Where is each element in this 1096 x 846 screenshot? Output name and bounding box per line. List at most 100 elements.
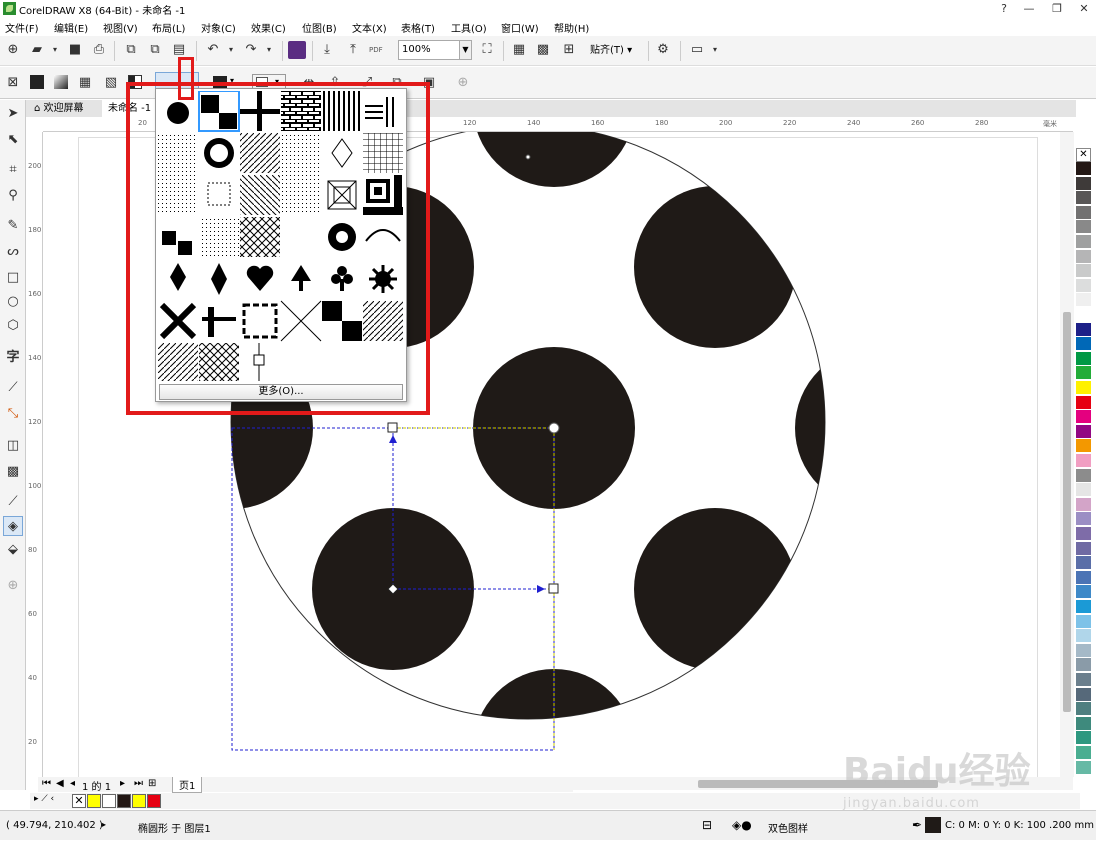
zoom-level-combo[interactable]: 100% ▼ xyxy=(398,40,472,60)
search-content-icon[interactable] xyxy=(288,41,306,59)
parallel-dimension-icon[interactable]: ⟋ xyxy=(3,378,23,398)
palette-swatch[interactable] xyxy=(1076,702,1091,717)
options-gear-icon[interactable]: ⚙ xyxy=(654,41,672,59)
ellipse-tool-icon[interactable]: ○ xyxy=(3,292,23,312)
publish-pdf-icon[interactable]: PDF xyxy=(369,41,387,59)
coords-menu-icon[interactable]: ▸ xyxy=(102,820,106,829)
palette-swatch[interactable] xyxy=(1076,235,1091,249)
application-launcher-icon[interactable]: ▭ xyxy=(688,41,706,59)
palette-swatch[interactable] xyxy=(1076,483,1091,498)
palette-swatch[interactable] xyxy=(1076,658,1091,673)
palette-swatch[interactable] xyxy=(1076,176,1091,191)
smart-fill-icon[interactable]: ⬙ xyxy=(3,540,23,560)
color-proof-icon[interactable]: ⊟ xyxy=(702,818,712,832)
no-fill-icon[interactable]: ⊠ xyxy=(4,74,22,92)
palette-swatch[interactable] xyxy=(1076,541,1091,556)
minimize-button[interactable]: — xyxy=(1017,0,1041,17)
palette-swatch[interactable] xyxy=(1076,570,1091,585)
menu-text[interactable]: 文本(X) xyxy=(352,20,387,35)
menu-file[interactable]: 文件(F) xyxy=(5,20,39,35)
add-icon[interactable]: ⊕ xyxy=(454,74,472,92)
menu-window[interactable]: 窗口(W) xyxy=(501,20,539,35)
doc-color-swatch[interactable] xyxy=(117,794,131,808)
palette-swatch[interactable] xyxy=(1076,366,1091,381)
menu-tools[interactable]: 工具(O) xyxy=(451,20,487,35)
palette-swatch[interactable] xyxy=(1076,468,1091,483)
palette-swatch[interactable] xyxy=(1076,264,1091,279)
prev-arrow-icon[interactable]: ◂ xyxy=(70,778,75,789)
freehand-tool-icon[interactable]: ✎ xyxy=(3,216,23,236)
vector-pattern-fill-icon[interactable]: ▦ xyxy=(76,74,94,92)
fountain-fill-icon[interactable] xyxy=(54,75,68,89)
print-icon[interactable]: ⎙ xyxy=(90,41,108,59)
palette-swatch[interactable] xyxy=(1076,381,1091,395)
palette-swatch[interactable] xyxy=(1076,278,1091,293)
menu-effects[interactable]: 效果(C) xyxy=(251,20,286,35)
menu-table[interactable]: 表格(T) xyxy=(401,20,435,35)
palette-swatch[interactable] xyxy=(1076,205,1091,220)
show-rulers-icon[interactable]: ▦ xyxy=(510,41,528,59)
show-grid-icon[interactable]: ▩ xyxy=(534,41,552,59)
palette-swatch[interactable] xyxy=(1076,643,1091,658)
close-button[interactable]: ✕ xyxy=(1072,0,1096,17)
palette-swatch[interactable] xyxy=(1076,351,1091,366)
help-button[interactable]: ? xyxy=(992,0,1016,17)
redo-icon[interactable]: ↷ xyxy=(242,41,260,59)
snap-to-dropdown[interactable]: 贴齐(T) ▾ xyxy=(590,42,640,60)
palette-swatch[interactable] xyxy=(1076,497,1091,512)
palette-swatch[interactable] xyxy=(1076,220,1091,235)
first-page-icon[interactable]: ⏮ xyxy=(42,778,51,789)
shape-tool-icon[interactable]: ⬉ xyxy=(3,130,23,150)
palette-swatch[interactable] xyxy=(1076,454,1091,468)
palette-swatch[interactable] xyxy=(1076,527,1091,541)
rectangle-tool-icon[interactable]: □ xyxy=(3,268,23,288)
palette-swatch[interactable] xyxy=(1076,293,1091,308)
import-icon[interactable]: ⤓ xyxy=(318,41,336,59)
undo-icon[interactable]: ↶ xyxy=(204,41,222,59)
palette-swatch[interactable] xyxy=(1076,162,1091,176)
palette-swatch[interactable] xyxy=(1076,716,1091,731)
new-document-icon[interactable]: ⊕ xyxy=(4,41,22,59)
tab-welcome-screen[interactable]: ⌂ 欢迎屏幕 xyxy=(28,100,90,117)
cut-icon[interactable]: ⧉ xyxy=(122,41,140,59)
polygon-tool-icon[interactable]: ⬡ xyxy=(3,316,23,336)
palette-swatch[interactable] xyxy=(1076,424,1091,439)
open-dropdown-icon[interactable]: ▾ xyxy=(46,41,64,59)
palette-swatch[interactable] xyxy=(1076,322,1091,337)
previous-page-icon[interactable]: ◀ xyxy=(56,778,64,789)
uniform-fill-icon[interactable] xyxy=(30,75,44,89)
palette-swatch[interactable] xyxy=(1076,614,1091,629)
palette-swatch[interactable] xyxy=(1076,191,1091,206)
palette-swatch[interactable] xyxy=(1076,249,1091,264)
menu-object[interactable]: 对象(C) xyxy=(201,20,236,35)
palette-swatch[interactable] xyxy=(1076,731,1091,746)
save-icon[interactable]: ■ xyxy=(66,41,84,59)
pick-tool-icon[interactable]: ➤ xyxy=(3,104,23,124)
palette-swatch[interactable] xyxy=(1076,439,1091,454)
chevron-down-icon[interactable]: ▼ xyxy=(459,41,471,59)
page-tab-1[interactable]: 页1 xyxy=(172,777,203,793)
menu-view[interactable]: 视图(V) xyxy=(103,20,138,35)
show-guidelines-icon[interactable]: ⊞ xyxy=(560,41,578,59)
palette-swatch[interactable] xyxy=(1076,760,1091,775)
zoom-tool-icon[interactable]: ⚲ xyxy=(3,186,23,206)
artistic-media-icon[interactable]: ᔕ xyxy=(3,242,23,262)
bitmap-pattern-fill-icon[interactable]: ▧ xyxy=(102,74,120,92)
palette-swatch[interactable] xyxy=(1076,556,1091,571)
palette-swatch[interactable] xyxy=(1076,395,1091,410)
add-page-icon[interactable]: ⊞ xyxy=(148,778,156,789)
palette-swatch[interactable] xyxy=(1076,308,1091,322)
export-icon[interactable]: ⤒ xyxy=(344,41,362,59)
palette-swatch[interactable] xyxy=(1076,673,1091,687)
next-page-icon[interactable]: ▸ xyxy=(120,778,125,789)
doc-color-swatch[interactable] xyxy=(87,794,101,808)
fill-indicator-icon[interactable]: ◈● xyxy=(732,818,752,832)
connector-tool-icon[interactable]: ⤡ xyxy=(3,404,23,424)
no-color-swatch[interactable]: ✕ xyxy=(1076,148,1091,162)
doc-color-swatch[interactable] xyxy=(132,794,146,808)
vertical-ruler[interactable]: 200 180 160 140 120 100 80 60 40 20 xyxy=(26,132,43,777)
interactive-fill-icon[interactable]: ◈ xyxy=(3,516,23,536)
menu-bitmap[interactable]: 位图(B) xyxy=(302,20,337,35)
open-folder-icon[interactable]: ▰ xyxy=(28,41,46,59)
last-page-icon[interactable]: ⏭ xyxy=(134,778,143,789)
